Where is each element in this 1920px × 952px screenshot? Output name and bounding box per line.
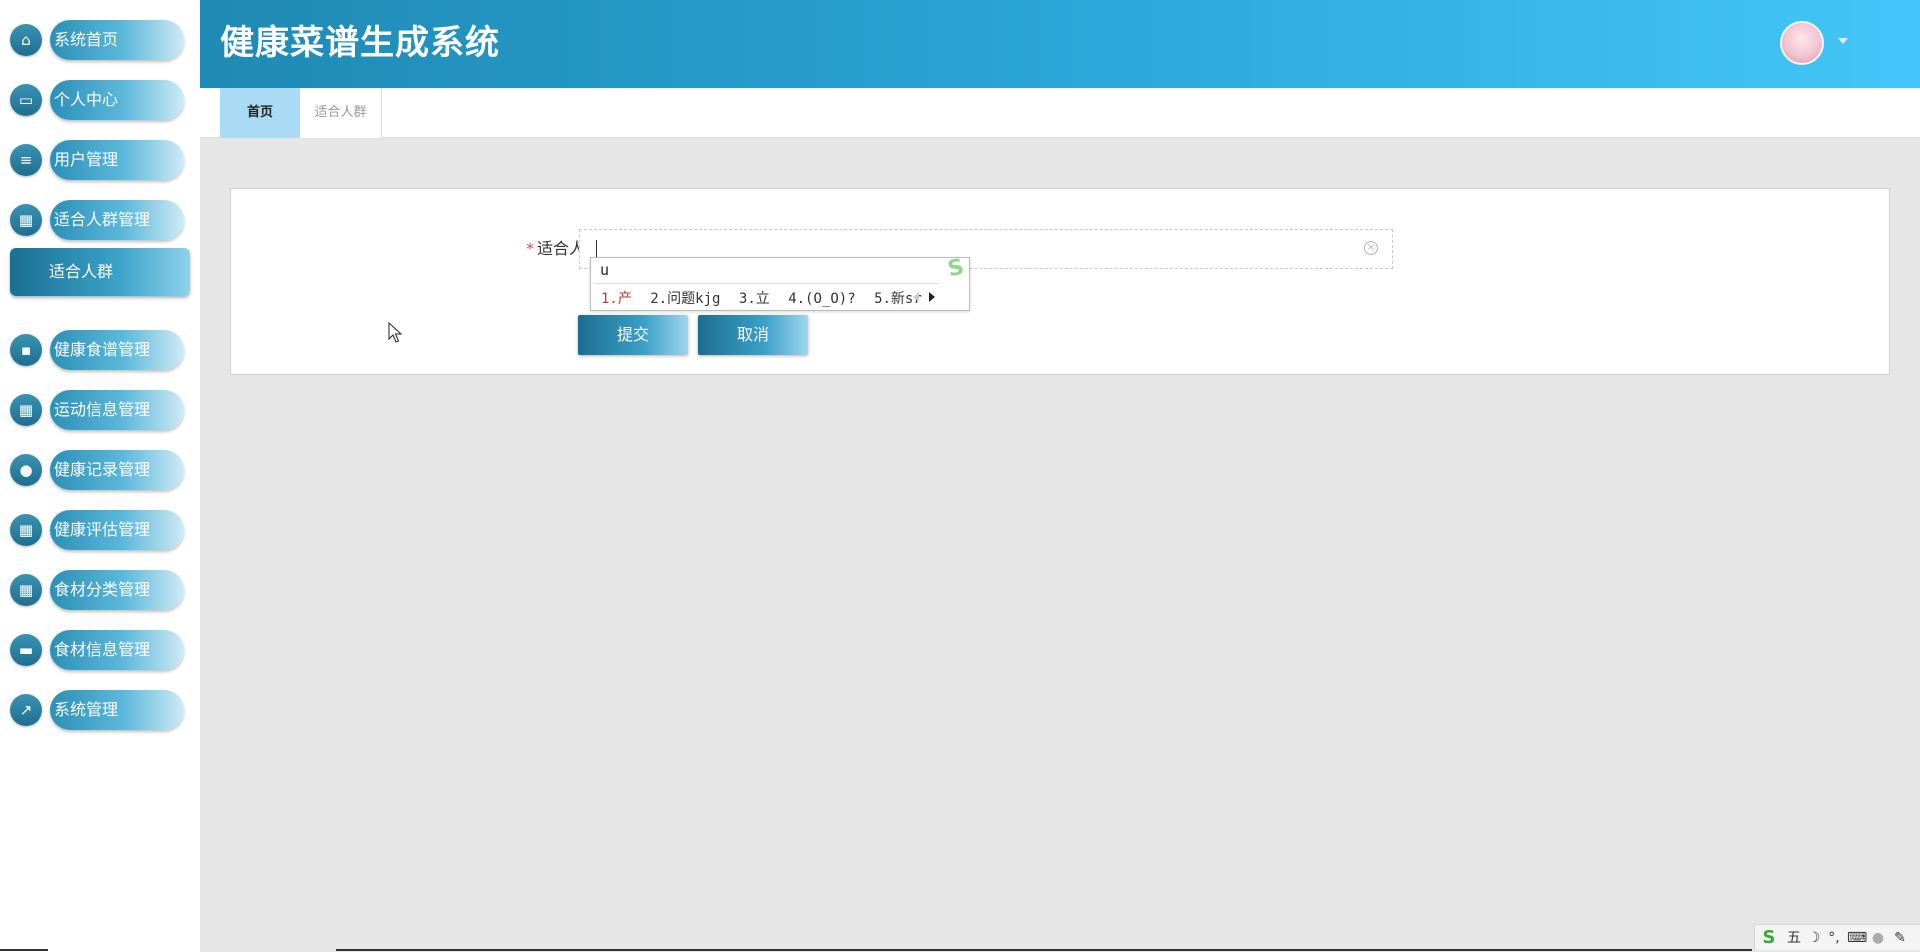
taskbar-edge [0, 949, 48, 951]
sidebar-item-ingredient-info[interactable]: ▬ 食材信息管理 [10, 630, 184, 670]
sidebar-item-recipes[interactable]: ▪ 健康食谱管理 [10, 330, 184, 370]
ime-status-bar: S 五 ☽ °, ⌨ ● ✎ [1754, 924, 1920, 950]
home-icon: ⌂ [10, 24, 42, 56]
sidebar-item-label: 运动信息管理 [54, 400, 151, 419]
tabs-bar: 首页 适合人群 [200, 88, 1920, 138]
keyboard-icon[interactable]: ⌨ [1847, 928, 1867, 948]
sidebar-item-system[interactable]: ↗ 系统管理 [10, 690, 184, 730]
chevron-down-icon[interactable] [1838, 38, 1848, 44]
sidebar-item-users[interactable]: ≡ 用户管理 [10, 140, 184, 180]
avatar[interactable] [1780, 21, 1824, 65]
ime-logo-icon[interactable]: S [1755, 928, 1783, 948]
sidebar-item-label: 系统管理 [54, 700, 119, 719]
ime-prev-page-icon[interactable] [913, 292, 919, 302]
sidebar-item-label: 健康记录管理 [54, 460, 151, 479]
ime-divider [595, 283, 939, 284]
app-title: 健康菜谱生成系统 [220, 23, 500, 63]
chart-icon: ↗ [10, 694, 42, 726]
user-icon[interactable]: ● [1869, 928, 1887, 948]
ime-candidate[interactable]: 2.问题kjg [650, 291, 720, 307]
sidebar-item-exercise[interactable]: ▦ 运动信息管理 [10, 390, 184, 430]
form-card: * 适合人群 × 提交 取消 [230, 188, 1890, 375]
wrench-icon[interactable]: ✎ [1891, 928, 1909, 948]
punctuation-icon[interactable]: °, [1825, 928, 1843, 948]
sidebar-item-profile[interactable]: ▭ 个人中心 [10, 80, 184, 120]
sidebar-item-label: 健康食谱管理 [54, 340, 151, 359]
ime-logo-icon: S [945, 254, 967, 283]
sidebar: ⌂ 系统首页 ▭ 个人中心 ≡ 用户管理 ▦ 适合人群管理 适合人群 ▪ 健康食… [0, 0, 200, 952]
grid-icon: ▦ [10, 394, 42, 426]
sidebar-item-ingredient-category[interactable]: ▦ 食材分类管理 [10, 570, 184, 610]
calendar-icon: ▭ [10, 84, 42, 116]
cancel-button[interactable]: 取消 [698, 315, 808, 355]
taskbar-edge [336, 949, 1752, 951]
list-icon: ≡ [10, 144, 42, 176]
ime-candidate[interactable]: 1.产 [601, 291, 632, 307]
grid-icon: ▦ [10, 514, 42, 546]
user-icon: ● [10, 454, 42, 486]
sidebar-item-crowd-management[interactable]: ▦ 适合人群管理 [10, 200, 184, 240]
sidebar-item-label: 健康评估管理 [54, 520, 151, 539]
ime-candidate-list: 1.产 2.问题kjg 3.立 4.(O_O)? 5.新sr [601, 288, 932, 308]
sidebar-item-label: 用户管理 [54, 150, 119, 169]
ime-next-page-icon[interactable] [929, 292, 935, 302]
sidebar-item-health-records[interactable]: ● 健康记录管理 [10, 450, 184, 490]
sidebar-item-label: 适合人群管理 [54, 210, 151, 229]
sidebar-item-health-assessment[interactable]: ▦ 健康评估管理 [10, 510, 184, 550]
sidebar-item-label: 食材分类管理 [54, 580, 151, 599]
submit-button[interactable]: 提交 [578, 315, 688, 355]
top-header: 健康菜谱生成系统 [200, 0, 1920, 88]
briefcase-icon: ▬ [10, 634, 42, 666]
ime-composition: u [600, 261, 610, 279]
sidebar-item-label: 系统首页 [54, 30, 119, 49]
sidebar-subitem-crowd[interactable]: 适合人群 [10, 248, 190, 296]
ime-candidate-popup: u S 1.产 2.问题kjg 3.立 4.(O_O)? 5.新sr [590, 255, 970, 311]
chat-icon: ▪ [10, 334, 42, 366]
grid-icon: ▦ [10, 204, 42, 236]
clear-icon[interactable]: × [1364, 241, 1378, 255]
mouse-pointer-icon [388, 322, 403, 343]
sidebar-item-label: 个人中心 [54, 90, 119, 109]
grid-icon: ▦ [10, 574, 42, 606]
sidebar-item-label: 食材信息管理 [54, 640, 151, 659]
tab-home[interactable]: 首页 [220, 88, 300, 138]
ime-candidate[interactable]: 4.(O_O)? [788, 291, 855, 307]
tab-crowd[interactable]: 适合人群 [300, 88, 382, 138]
sidebar-item-home[interactable]: ⌂ 系统首页 [10, 20, 184, 60]
moon-icon[interactable]: ☽ [1805, 928, 1823, 948]
ime-mode-toggle[interactable]: 五 [1785, 928, 1803, 948]
required-star: * [525, 239, 534, 258]
ime-candidate[interactable]: 3.立 [739, 291, 770, 307]
